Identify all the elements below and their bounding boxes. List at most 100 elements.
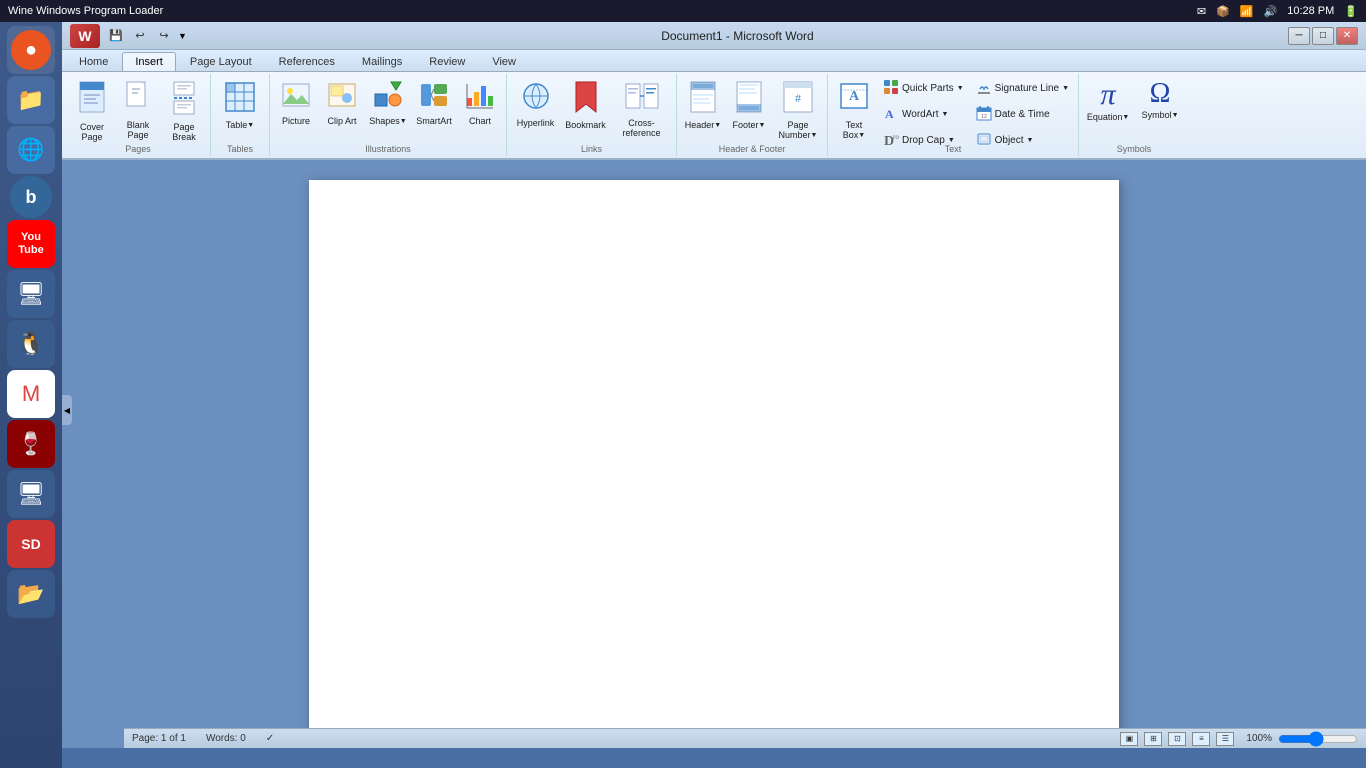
document-area[interactable] — [62, 160, 1366, 748]
table-button[interactable]: Table▼ — [215, 76, 265, 134]
svg-text:12: 12 — [981, 114, 987, 120]
sidebar-sd[interactable]: SD — [7, 520, 55, 568]
sidebar-files[interactable]: 📁 — [7, 76, 55, 124]
quick-parts-label: Quick Parts — [902, 83, 954, 94]
wordart-button[interactable]: A WordArt ▼ — [878, 102, 969, 127]
document-page[interactable] — [309, 180, 1119, 748]
bookmark-button[interactable]: Bookmark — [562, 76, 610, 134]
sidebar-gmail[interactable]: M — [7, 370, 55, 418]
text-box-icon: A — [838, 80, 870, 118]
tab-page-layout[interactable]: Page Layout — [177, 52, 265, 71]
tab-insert-label: Insert — [135, 56, 163, 68]
hf-group-label: Header & Footer — [677, 144, 827, 154]
hyperlink-button[interactable]: Hyperlink — [512, 76, 560, 132]
sidebar-collapse-btn[interactable]: ◀ — [62, 395, 72, 425]
header-button[interactable]: Header▼ — [681, 76, 725, 134]
signature-arrow: ▼ — [1062, 85, 1069, 92]
tab-view[interactable]: View — [479, 52, 529, 71]
redo-button[interactable]: ↪ — [154, 26, 174, 46]
tables-group-label: Tables — [211, 144, 269, 154]
tab-insert[interactable]: Insert — [122, 52, 176, 71]
illustrations-group-label: Illustrations — [270, 144, 506, 154]
sidebar-youtube[interactable]: YouTube — [7, 220, 55, 268]
blank-page-icon — [124, 80, 152, 118]
text-group-label: Text — [828, 144, 1078, 154]
tab-references[interactable]: References — [266, 52, 348, 71]
status-bar: Page: 1 of 1 Words: 0 ✓ ▣ ⊞ ⊡ ≡ ☰ 100% — [124, 728, 1366, 748]
undo-button[interactable]: ↩ — [130, 26, 150, 46]
sidebar-bittorrent[interactable]: b — [10, 176, 52, 218]
volume-icon[interactable]: 🔊 — [1264, 5, 1278, 18]
view-print-btn[interactable]: ▣ — [1120, 732, 1138, 746]
sidebar-browser[interactable]: 🌐 — [7, 126, 55, 174]
sidebar-folder[interactable]: 📂 — [7, 570, 55, 618]
signature-line-icon — [976, 79, 992, 98]
sidebar-monitor[interactable]: 🖥 — [7, 270, 55, 318]
chart-button[interactable]: Chart — [458, 76, 502, 130]
page-number-icon: # — [781, 80, 815, 118]
clip-art-icon — [327, 80, 357, 114]
view-draft-btn[interactable]: ☰ — [1216, 732, 1234, 746]
close-button[interactable]: ✕ — [1336, 27, 1358, 45]
page-number-label: PageNumber▼ — [779, 120, 818, 140]
sidebar-ubuntu[interactable]: ● — [7, 26, 55, 74]
object-arrow: ▼ — [1027, 137, 1034, 144]
package-icon[interactable]: 📦 — [1216, 5, 1230, 18]
spell-check-icon[interactable]: ✓ — [266, 733, 274, 744]
display2-icon: 🖥 — [17, 481, 45, 507]
signature-line-button[interactable]: Signature Line ▼ — [971, 76, 1074, 101]
view-outline-btn[interactable]: ≡ — [1192, 732, 1210, 746]
page-break-icon — [170, 80, 198, 120]
smartart-label: SmartArt — [416, 116, 452, 126]
picture-button[interactable]: Picture — [274, 76, 318, 130]
cover-page-label: Cover Page — [73, 122, 111, 142]
illus-items: Picture Clip Art — [274, 76, 502, 154]
shapes-button[interactable]: Shapes▼ — [366, 76, 410, 130]
equation-button[interactable]: π Equation▼ — [1083, 76, 1133, 126]
sidebar-wine[interactable]: 🍷 — [7, 420, 55, 468]
zoom-slider[interactable] — [1278, 733, 1358, 745]
page-break-button[interactable]: Page Break — [162, 76, 206, 146]
document-title: Document1 - Microsoft Word — [193, 29, 1282, 43]
cross-reference-button[interactable]: Cross-reference — [612, 76, 672, 142]
qa-dropdown[interactable]: ▼ — [178, 31, 187, 41]
office-button[interactable]: W — [70, 24, 100, 48]
clip-art-button[interactable]: Clip Art — [320, 76, 364, 130]
view-full-btn[interactable]: ⊞ — [1144, 732, 1162, 746]
restore-button[interactable]: □ — [1312, 27, 1334, 45]
illustrations-group: Picture Clip Art — [270, 74, 507, 156]
cover-page-button[interactable]: Cover Page — [70, 76, 114, 146]
tab-review[interactable]: Review — [416, 52, 478, 71]
symbol-button[interactable]: Ω Symbol▼ — [1135, 76, 1185, 126]
gmail-icon: M — [22, 381, 40, 407]
tab-mailings[interactable]: Mailings — [349, 52, 415, 71]
text-items: A TextBox▼ — [832, 76, 1074, 181]
date-time-icon: 12 — [976, 105, 992, 124]
folder-icon: 📂 — [17, 581, 44, 607]
window-controls: ─ □ ✕ — [1288, 27, 1358, 45]
sidebar-tux[interactable]: 🐧 — [7, 320, 55, 368]
footer-button[interactable]: Footer▼ — [727, 76, 771, 134]
bookmark-icon — [572, 80, 600, 118]
wifi-icon[interactable]: 📶 — [1240, 5, 1254, 18]
drop-cap-arrow: ▼ — [948, 137, 955, 144]
blank-page-button[interactable]: Blank Page — [116, 76, 160, 144]
sidebar-display2[interactable]: 🖥 — [7, 470, 55, 518]
footer-label: Footer▼ — [733, 120, 766, 130]
view-web-btn[interactable]: ⊡ — [1168, 732, 1186, 746]
quick-parts-arrow: ▼ — [957, 85, 964, 92]
minimize-button[interactable]: ─ — [1288, 27, 1310, 45]
tab-mailings-label: Mailings — [362, 56, 402, 68]
text-box-button[interactable]: A TextBox▼ — [832, 76, 876, 144]
symbol-icon: Ω — [1150, 80, 1171, 108]
tab-home[interactable]: Home — [66, 52, 121, 71]
quick-parts-button[interactable]: Quick Parts ▼ — [878, 76, 969, 101]
symbol-label: Symbol▼ — [1142, 110, 1179, 120]
page-number-button[interactable]: # PageNumber▼ — [773, 76, 823, 144]
pages-group-label: Pages — [66, 144, 210, 154]
email-icon[interactable]: ✉ — [1197, 5, 1206, 18]
save-button[interactable]: 💾 — [106, 26, 126, 46]
smartart-button[interactable]: SmartArt — [412, 76, 456, 130]
date-time-button[interactable]: 12 Date & Time — [971, 102, 1074, 127]
clip-art-label: Clip Art — [327, 116, 356, 126]
